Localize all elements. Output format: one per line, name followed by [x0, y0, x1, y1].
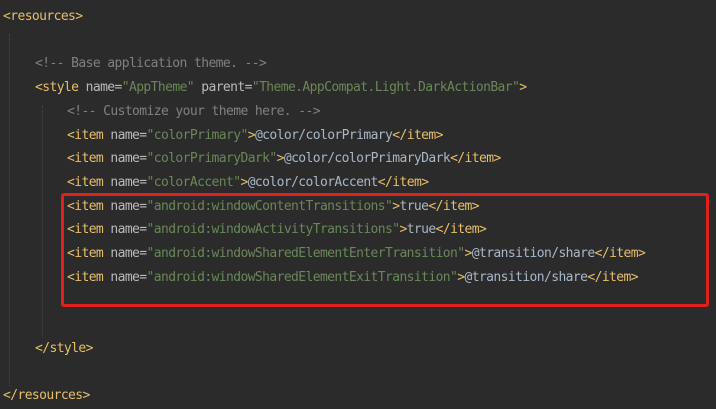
xml-tag-name: item: [392, 174, 422, 190]
code-line[interactable]: <!-- Base application theme. -->: [35, 52, 267, 76]
code-line[interactable]: <item name="colorPrimary">@color/colorPr…: [67, 124, 443, 148]
xml-attribute-value: "AppTheme": [121, 80, 202, 96]
xml-bracket: >: [247, 127, 256, 143]
xml-attribute-value: "colorPrimaryDark": [146, 151, 278, 167]
xml-tag-name: resources: [17, 388, 83, 404]
xml-bracket: </: [35, 340, 50, 356]
code-line[interactable]: <resources>: [3, 5, 83, 29]
code-line[interactable]: <item name="colorPrimaryDark">@color/col…: [67, 147, 501, 171]
xml-bracket: </: [377, 174, 393, 190]
highlight-box: [61, 193, 709, 307]
xml-attribute: name=: [110, 174, 147, 190]
code-line[interactable]: </style>: [35, 337, 93, 361]
indent-guide: [9, 34, 10, 386]
xml-comment: <!-- Base application theme. -->: [35, 56, 267, 72]
xml-attribute: name=: [85, 80, 123, 96]
xml-tag-name: item: [74, 127, 111, 143]
xml-bracket: >: [82, 388, 91, 404]
xml-tag-name: style: [42, 80, 86, 96]
xml-bracket: </: [392, 127, 407, 143]
xml-text: @color/colorPrimaryDark: [283, 151, 451, 167]
xml-tag-name: item: [74, 151, 111, 167]
xml-tag-name: item: [74, 174, 111, 190]
xml-attribute: name=: [110, 151, 147, 167]
xml-attribute: name=: [110, 127, 147, 143]
xml-tag-name: resources: [10, 9, 76, 24]
xml-tag-name: item: [464, 151, 495, 167]
indent-guide: [42, 106, 43, 338]
xml-comment: <!-- Customize your theme here. -->: [67, 103, 321, 119]
code-line[interactable]: <item name="colorAccent">@color/colorAcc…: [67, 171, 429, 195]
xml-tag-name: item: [406, 127, 437, 143]
xml-bracket: >: [421, 174, 429, 190]
xml-tag-name: style: [49, 340, 86, 356]
xml-bracket: >: [85, 340, 94, 356]
xml-bracket: >: [240, 174, 248, 190]
xml-bracket: >: [75, 9, 83, 24]
xml-bracket: </: [3, 388, 18, 404]
xml-attribute-value: "Theme.AppCompat.Light.DarkActionBar": [251, 80, 520, 96]
code-line[interactable]: <style name="AppTheme" parent="Theme.App…: [35, 76, 527, 100]
xml-attribute: parent=: [201, 80, 252, 96]
xml-text: @color/colorAccent: [247, 174, 379, 190]
xml-bracket: >: [493, 151, 501, 167]
xml-text: @color/colorPrimary: [254, 127, 393, 143]
xml-bracket: >: [435, 127, 444, 143]
xml-bracket: >: [276, 151, 285, 167]
code-line[interactable]: <!-- Customize your theme here. -->: [67, 100, 321, 124]
xml-attribute-value: "colorPrimary": [146, 127, 249, 143]
xml-bracket: </: [450, 151, 465, 167]
xml-attribute-value: "colorAccent": [146, 174, 242, 190]
code-line[interactable]: </resources>: [3, 384, 90, 408]
code-editor[interactable]: <resources> <!-- Base application theme. …: [0, 0, 716, 409]
xml-bracket: >: [519, 80, 527, 96]
